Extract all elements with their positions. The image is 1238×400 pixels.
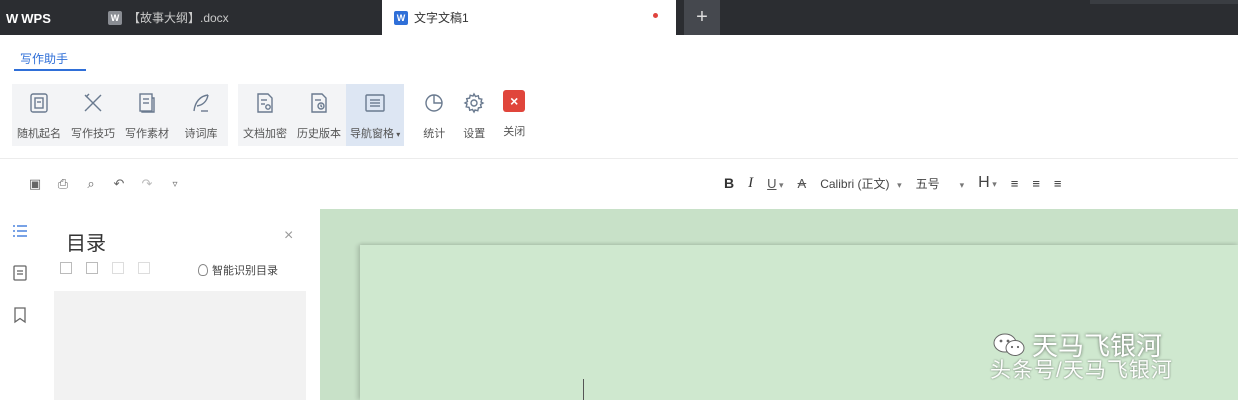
statistics-button[interactable]: 统计 bbox=[414, 84, 454, 146]
font-size-select[interactable]: 五号 ▾ bbox=[916, 175, 965, 192]
close-icon: × bbox=[503, 90, 526, 112]
bold-button[interactable]: B bbox=[724, 175, 734, 191]
nav-pane-icon bbox=[362, 90, 388, 116]
undo-icon[interactable]: ↶ bbox=[110, 176, 128, 192]
collapse-all-icon[interactable] bbox=[86, 262, 98, 274]
print-icon[interactable]: ⎙ bbox=[54, 176, 72, 192]
lock-document-icon bbox=[252, 90, 278, 116]
active-tab-underline bbox=[14, 69, 86, 71]
smart-toc-label: 智能识别目录 bbox=[212, 265, 278, 277]
tab-story-outline[interactable]: W 【故事大纲】.docx bbox=[96, 0, 388, 35]
redo-icon[interactable]: ↷ bbox=[138, 176, 156, 192]
demote-icon[interactable] bbox=[138, 262, 150, 274]
lightbulb-icon bbox=[198, 264, 208, 276]
ribbon-group-document: 文档加密 历史版本 导航窗格 ▾ bbox=[238, 84, 405, 146]
formatting-toolbar: B I U ▾ A Calibri (正文) ▾ 五号 ▾ H ▾ ≡ ≡ ≡ bbox=[724, 174, 1062, 192]
ribbon-group-tools: 统计 设置 × 关闭 bbox=[414, 84, 535, 146]
toc-list[interactable] bbox=[54, 291, 306, 400]
material-icon bbox=[134, 90, 160, 116]
ribbon-label: 诗词库 bbox=[184, 128, 218, 140]
writing-assistant-ribbon: 随机起名 写作技巧 写作素材 诗词库 文档加密 历史版本 导航窗格 ▾ 统计 设… bbox=[12, 84, 544, 146]
customize-dropdown-icon[interactable]: ▿ bbox=[166, 179, 184, 190]
expand-all-icon[interactable] bbox=[60, 262, 72, 274]
wps-logo-icon: W bbox=[6, 10, 18, 26]
ribbon-label: 设置 bbox=[463, 128, 486, 140]
app-name: WPS bbox=[21, 10, 51, 26]
ribbon-label: 统计 bbox=[423, 128, 446, 140]
ribbon-label: 历史版本 bbox=[297, 128, 341, 140]
title-bar-region bbox=[1090, 0, 1238, 4]
save-icon[interactable]: ▣ bbox=[26, 176, 44, 192]
tab-document-1[interactable]: W 文字文稿1 bbox=[382, 0, 676, 35]
quill-icon bbox=[188, 90, 214, 116]
history-version-button[interactable]: 历史版本 bbox=[292, 84, 346, 146]
ribbon-label: 随机起名 bbox=[17, 128, 61, 140]
toc-title: 目录 bbox=[66, 233, 106, 255]
name-card-icon bbox=[26, 90, 52, 116]
poetry-library-button[interactable]: 诗词库 bbox=[174, 84, 228, 146]
ribbon-label: 写作技巧 bbox=[71, 128, 115, 140]
close-assistant-button[interactable]: × 关闭 bbox=[494, 84, 534, 146]
underline-button[interactable]: U ▾ bbox=[767, 176, 783, 191]
toc-toolbar bbox=[60, 262, 150, 274]
bookmark-icon[interactable] bbox=[10, 305, 30, 325]
unsaved-indicator bbox=[653, 13, 658, 18]
writing-material-button[interactable]: 写作素材 bbox=[120, 84, 174, 146]
watermark-sub-text: 头条号/天马飞银河 bbox=[990, 359, 1173, 382]
wps-home-button[interactable]: W WPS bbox=[6, 9, 51, 27]
text-cursor bbox=[583, 379, 584, 400]
random-name-button[interactable]: 随机起名 bbox=[12, 84, 66, 146]
page-thumbnail-icon[interactable] bbox=[10, 263, 30, 283]
document-encrypt-button[interactable]: 文档加密 bbox=[238, 84, 292, 146]
align-right-icon[interactable]: ≡ bbox=[1054, 176, 1062, 191]
ribbon-divider bbox=[0, 158, 1238, 159]
new-tab-button[interactable]: + bbox=[684, 0, 720, 35]
print-preview-icon[interactable]: ⌕ bbox=[82, 176, 100, 192]
toc-panel: 目录 × 智能识别目录 bbox=[44, 209, 320, 400]
toc-close-icon[interactable]: × bbox=[284, 227, 293, 245]
outline-list-icon[interactable] bbox=[10, 221, 30, 241]
pen-ruler-icon bbox=[80, 90, 106, 116]
pie-chart-icon bbox=[421, 90, 447, 116]
document-icon: W bbox=[394, 10, 408, 25]
align-left-icon[interactable]: ≡ bbox=[1011, 176, 1019, 191]
navigation-pane-button[interactable]: 导航窗格 ▾ bbox=[346, 84, 405, 146]
ribbon-group-writing: 随机起名 写作技巧 写作素材 诗词库 bbox=[12, 84, 228, 146]
history-document-icon bbox=[306, 90, 332, 116]
gear-icon bbox=[461, 90, 487, 116]
smart-toc-button[interactable]: 智能识别目录 bbox=[198, 262, 278, 278]
ribbon-label: 关闭 bbox=[503, 126, 526, 138]
settings-button[interactable]: 设置 bbox=[454, 84, 494, 146]
tab-label: 文字文稿1 bbox=[414, 11, 469, 25]
italic-button[interactable]: I bbox=[748, 175, 753, 192]
ribbon-label: 导航窗格 ▾ bbox=[350, 128, 401, 140]
align-center-icon[interactable]: ≡ bbox=[1032, 176, 1040, 191]
quick-access-toolbar: ▣ ⎙ ⌕ ↶ ↷ ▿ bbox=[26, 176, 184, 192]
ribbon-label: 文档加密 bbox=[243, 128, 287, 140]
ribbon-label: 写作素材 bbox=[125, 128, 169, 140]
promote-icon[interactable] bbox=[112, 262, 124, 274]
document-icon: W bbox=[108, 10, 122, 25]
tab-writing-assistant[interactable]: 写作助手 bbox=[20, 50, 68, 67]
side-rail bbox=[0, 209, 44, 400]
title-bar: W WPS W 【故事大纲】.docx W 文字文稿1 + bbox=[0, 0, 1238, 35]
heading-button[interactable]: H ▾ bbox=[978, 174, 997, 192]
font-family-select[interactable]: Calibri (正文) ▾ bbox=[820, 175, 901, 192]
writing-tips-button[interactable]: 写作技巧 bbox=[66, 84, 120, 146]
strikethrough-button[interactable]: A bbox=[798, 176, 807, 191]
tab-label: 【故事大纲】.docx bbox=[128, 11, 229, 25]
